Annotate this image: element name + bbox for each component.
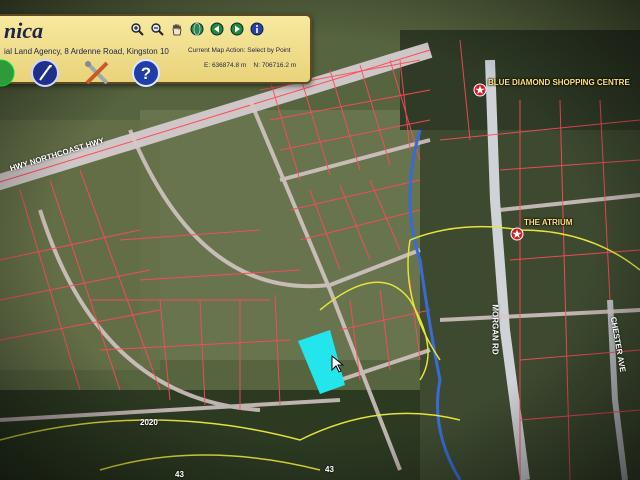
star-marker-icon[interactable] (510, 227, 524, 241)
poi-label-atrium: THE ATRIUM (524, 218, 573, 227)
select-cursor-icon[interactable] (30, 58, 60, 88)
green-tool-icon[interactable] (0, 58, 16, 88)
current-map-action: Current Map Action: Select by Point (188, 47, 291, 54)
help-icon[interactable]: ? (131, 58, 161, 88)
coordinate-readout: E: 636874.8 m N: 706716.2 m (204, 62, 296, 69)
bottom-road-label: 2020 (140, 418, 158, 427)
measure-tools-icon[interactable] (82, 58, 112, 88)
agency-address: ial Land Agency, 8 Ardenne Road, Kingsto… (4, 47, 169, 56)
morgan-rd-label: MORGAN RD (490, 304, 500, 355)
star-marker-icon[interactable] (473, 83, 487, 97)
pan-hand-icon[interactable] (170, 22, 184, 36)
easting-value: E: 636874.8 m (204, 62, 247, 69)
northing-value: N: 706716.2 m (253, 62, 297, 69)
bottom-code-label: 43 (325, 465, 334, 474)
back-arrow-icon[interactable] (210, 22, 224, 36)
bottom-code-label: 43 (175, 470, 184, 479)
zoom-in-icon[interactable] (130, 22, 144, 36)
poi-label-blue-diamond: BLUE DIAMOND SHOPPING CENTRE (488, 78, 630, 87)
forward-arrow-icon[interactable] (230, 22, 244, 36)
svg-text:?: ? (141, 64, 151, 83)
mouse-pointer-icon (331, 355, 345, 373)
globe-icon[interactable] (190, 22, 204, 36)
app-title: nica (4, 18, 44, 43)
zoom-out-icon[interactable] (150, 22, 164, 36)
info-icon[interactable] (250, 22, 264, 36)
